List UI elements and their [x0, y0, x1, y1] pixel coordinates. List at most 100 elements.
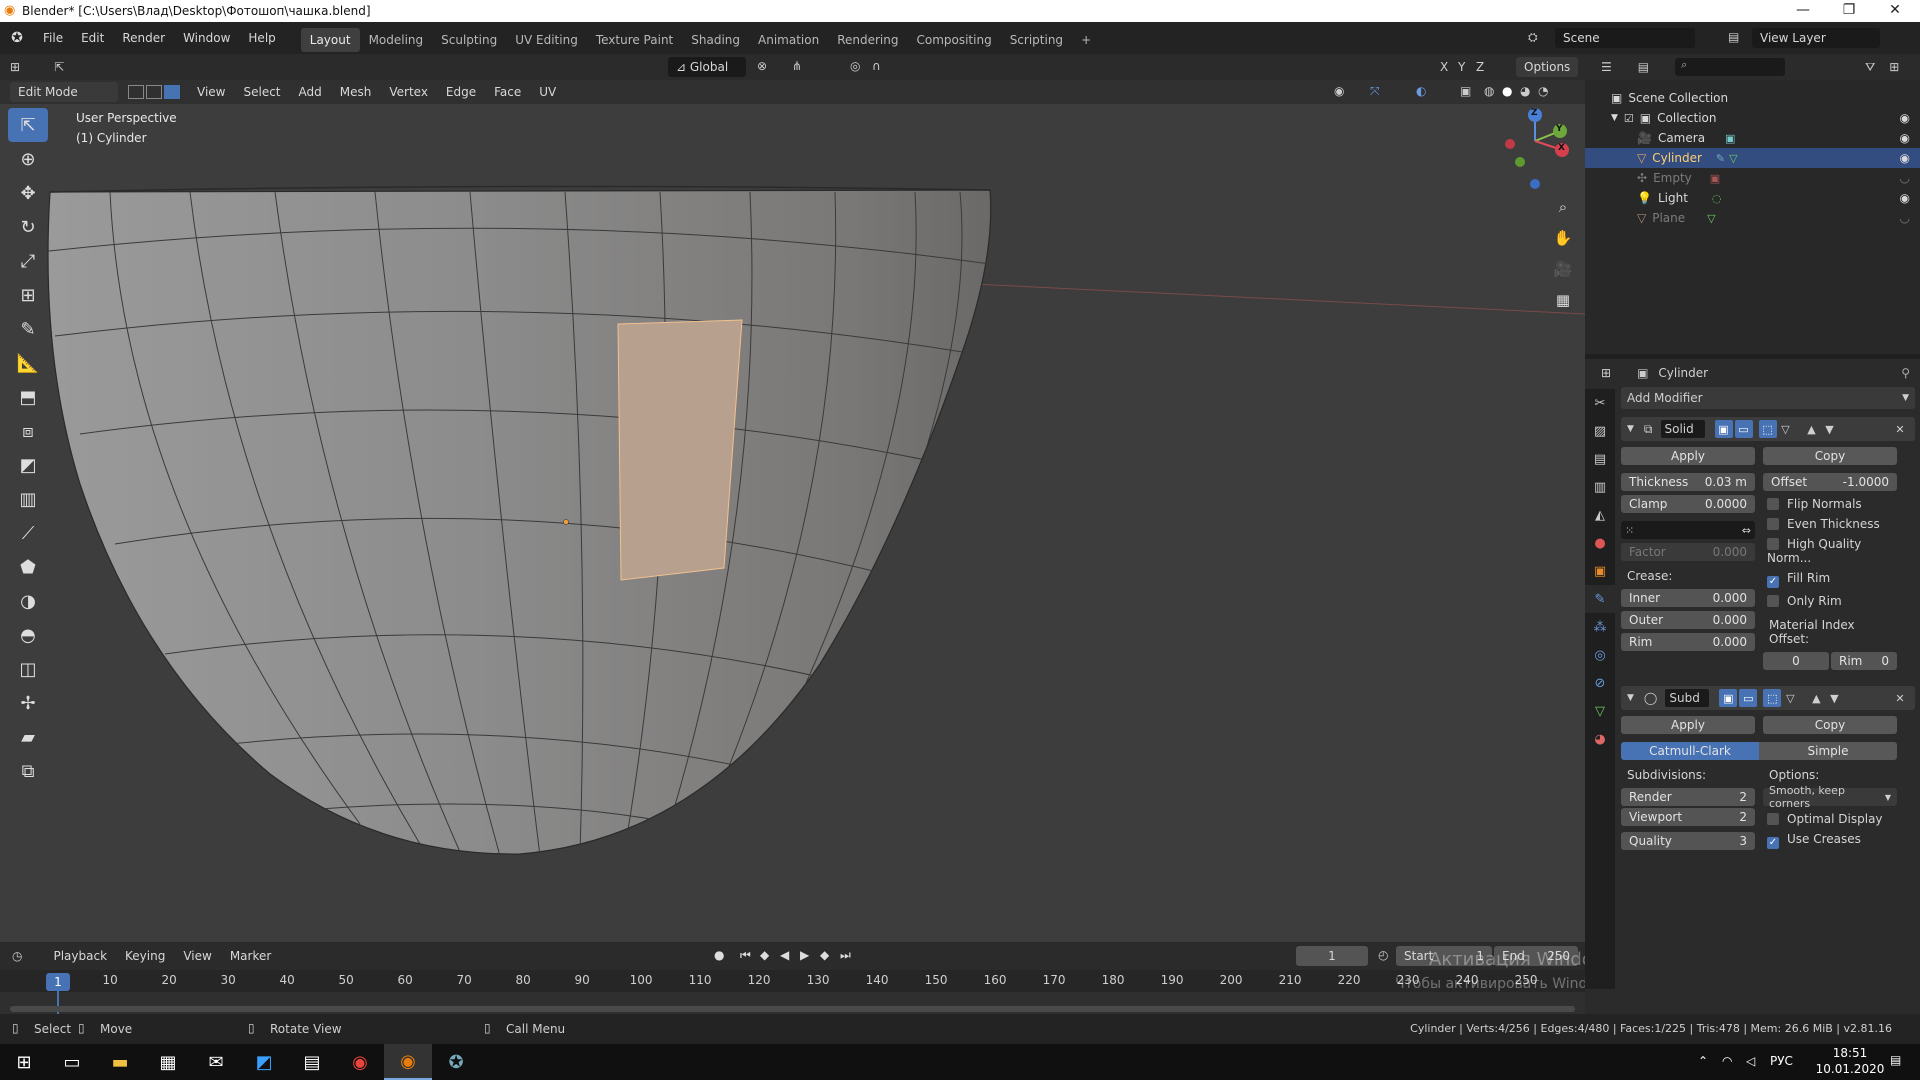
outliner-item-light[interactable]: 💡 Light ◌ ◉: [1585, 188, 1920, 208]
remove-modifier-icon[interactable]: ✕: [1891, 689, 1909, 707]
menu-uv[interactable]: UV: [530, 80, 565, 104]
filter-icon[interactable]: ⛛: [1865, 60, 1875, 75]
move-down-icon[interactable]: ▼: [1825, 689, 1843, 707]
prev-key-icon[interactable]: ◆: [760, 948, 769, 962]
render-tab-icon[interactable]: ▨: [1585, 417, 1615, 445]
chrome-icon[interactable]: ◉: [336, 1044, 384, 1080]
gizmo-toggle-icon[interactable]: ⤧: [1370, 84, 1380, 99]
move-down-icon[interactable]: ▼: [1821, 420, 1839, 438]
edge-select-icon[interactable]: [146, 85, 162, 99]
hidden-eye-icon[interactable]: ◡: [1900, 171, 1910, 185]
playhead[interactable]: 1: [46, 973, 70, 991]
add-workspace-button[interactable]: +: [1072, 28, 1100, 52]
eye-icon[interactable]: ◉: [1900, 151, 1910, 165]
eye-icon[interactable]: ◉: [1900, 111, 1910, 125]
outliner-item-cylinder[interactable]: ▽ Cylinder ✎ ▽ ◉: [1585, 148, 1920, 168]
measure-tool[interactable]: 📐: [8, 346, 48, 380]
menu-face[interactable]: Face: [485, 80, 530, 104]
mirror-x-button[interactable]: X: [1440, 60, 1448, 74]
mirror-y-button[interactable]: Y: [1458, 60, 1465, 74]
cage-toggle-icon[interactable]: ▽: [1781, 689, 1799, 707]
viewport-toggle-icon[interactable]: ▭: [1739, 689, 1758, 707]
menu-edge[interactable]: Edge: [437, 80, 485, 104]
material-tab-icon[interactable]: ◕: [1585, 725, 1615, 753]
notifications-icon[interactable]: ▤: [1890, 1053, 1901, 1067]
collection-row[interactable]: ▼ ☑ ▣ Collection ◉: [1585, 108, 1920, 128]
offset-field[interactable]: Offset -1.0000: [1763, 473, 1897, 491]
loop-cut-tool[interactable]: ▥: [8, 482, 48, 516]
bevel-tool[interactable]: ◩: [8, 448, 48, 482]
clock-time[interactable]: 18:51: [1820, 1046, 1880, 1060]
clock-date[interactable]: 10.01.2020: [1812, 1062, 1888, 1076]
render-toggle-icon[interactable]: ▣: [1719, 689, 1738, 707]
simple-button[interactable]: Simple: [1759, 742, 1897, 760]
keying-menu[interactable]: Keying: [116, 942, 174, 970]
spin-tool[interactable]: ◑: [8, 584, 48, 618]
collapse-arrow-icon[interactable]: ▼: [1627, 424, 1634, 434]
collection-checkbox[interactable]: ☑: [1624, 112, 1634, 125]
poly-build-tool[interactable]: ⬟: [8, 550, 48, 584]
modifier-tab-icon[interactable]: ✎: [1585, 585, 1615, 613]
collapse-arrow-icon[interactable]: ▼: [1627, 693, 1634, 703]
mirror-z-button[interactable]: Z: [1476, 60, 1484, 74]
fill-rim-checkbox[interactable]: ✓ Fill Rim: [1767, 571, 1897, 588]
clamp-field[interactable]: Clamp 0.0000: [1621, 495, 1755, 513]
even-thickness-checkbox[interactable]: Even Thickness: [1767, 517, 1897, 531]
tab-animation[interactable]: Animation: [749, 28, 828, 52]
menu-vertex[interactable]: Vertex: [380, 80, 437, 104]
rotate-tool[interactable]: ↻: [8, 210, 48, 244]
use-creases-checkbox[interactable]: ✓ Use Creases: [1767, 832, 1897, 849]
menu-edit[interactable]: Edit: [72, 22, 113, 54]
viewport-toggle-icon[interactable]: ▭: [1734, 420, 1753, 438]
media-icon[interactable]: ▤: [288, 1044, 336, 1080]
mode-dropdown[interactable]: Edit Mode: [10, 82, 118, 102]
constraints-tab-icon[interactable]: ⊘: [1585, 669, 1615, 697]
timeline-editor-icon[interactable]: ◷: [12, 949, 22, 963]
pan-hand-icon[interactable]: ✋: [1548, 223, 1578, 253]
select-box-tool[interactable]: ⇱: [8, 108, 48, 142]
jump-end-icon[interactable]: ⏭: [840, 948, 851, 963]
rip-tool[interactable]: ⧉: [8, 754, 48, 788]
menu-add[interactable]: Add: [290, 80, 331, 104]
transform-tool[interactable]: ⊞: [8, 278, 48, 312]
hidden-eye-icon[interactable]: ◡: [1900, 211, 1910, 225]
eye-icon[interactable]: ◉: [1900, 191, 1910, 205]
inner-crease-field[interactable]: Inner 0.000: [1621, 589, 1755, 607]
solidify-apply-button[interactable]: Apply: [1621, 447, 1755, 465]
menu-select[interactable]: Select: [234, 80, 289, 104]
editor-type-icon[interactable]: ⊞: [10, 60, 20, 74]
maximize-button[interactable]: ❐: [1826, 2, 1872, 18]
solid-shading-icon[interactable]: ●: [1502, 84, 1512, 98]
timeline-area[interactable]: 1 10 20 30 40 50 60 70 80 90 100 110 120 130 140 150 16…: [0, 970, 1585, 1014]
current-frame-field[interactable]: 1: [1296, 946, 1368, 966]
tab-modeling[interactable]: Modeling: [360, 28, 433, 52]
tab-scripting[interactable]: Scripting: [1001, 28, 1072, 52]
play-reverse-icon[interactable]: ◀: [780, 948, 789, 962]
eye-icon[interactable]: ◉: [1900, 131, 1910, 145]
menu-render[interactable]: Render: [113, 22, 174, 54]
move-tool[interactable]: ✥: [8, 176, 48, 210]
outliner-search-field[interactable]: ⌕: [1675, 58, 1786, 76]
view-layer-field[interactable]: View Layer: [1752, 28, 1880, 48]
timeline-scrollbar[interactable]: [10, 1006, 1575, 1012]
material-shading-icon[interactable]: ◕: [1520, 84, 1530, 98]
tab-shading[interactable]: Shading: [682, 28, 749, 52]
editmode-toggle-icon[interactable]: ⬚: [1758, 420, 1777, 438]
visibility-icon[interactable]: ◉: [1334, 84, 1344, 98]
zoom-icon[interactable]: ⌕: [1548, 192, 1578, 222]
mail-icon[interactable]: ✉: [192, 1044, 240, 1080]
shear-tool[interactable]: ▰: [8, 720, 48, 754]
add-modifier-dropdown[interactable]: Add Modifier ▼: [1621, 387, 1915, 409]
pivot-icon[interactable]: ⊗: [757, 59, 767, 73]
world-tab-icon[interactable]: ●: [1585, 529, 1615, 557]
render-levels-field[interactable]: Render 2: [1621, 788, 1755, 806]
scene-collection-row[interactable]: ▣ Scene Collection: [1585, 88, 1920, 108]
solidify-name-field[interactable]: Solid: [1660, 420, 1705, 438]
object-tab-icon[interactable]: ▣: [1585, 557, 1615, 585]
viewport-levels-field[interactable]: Viewport 2: [1621, 808, 1755, 826]
optimal-display-checkbox[interactable]: Optimal Display: [1767, 812, 1897, 826]
tab-uv-editing[interactable]: UV Editing: [506, 28, 587, 52]
network-icon[interactable]: ◠: [1722, 1054, 1732, 1068]
inset-tool[interactable]: ⧈: [8, 414, 48, 448]
transform-orientation-dropdown[interactable]: ⊿ Global: [668, 57, 746, 77]
